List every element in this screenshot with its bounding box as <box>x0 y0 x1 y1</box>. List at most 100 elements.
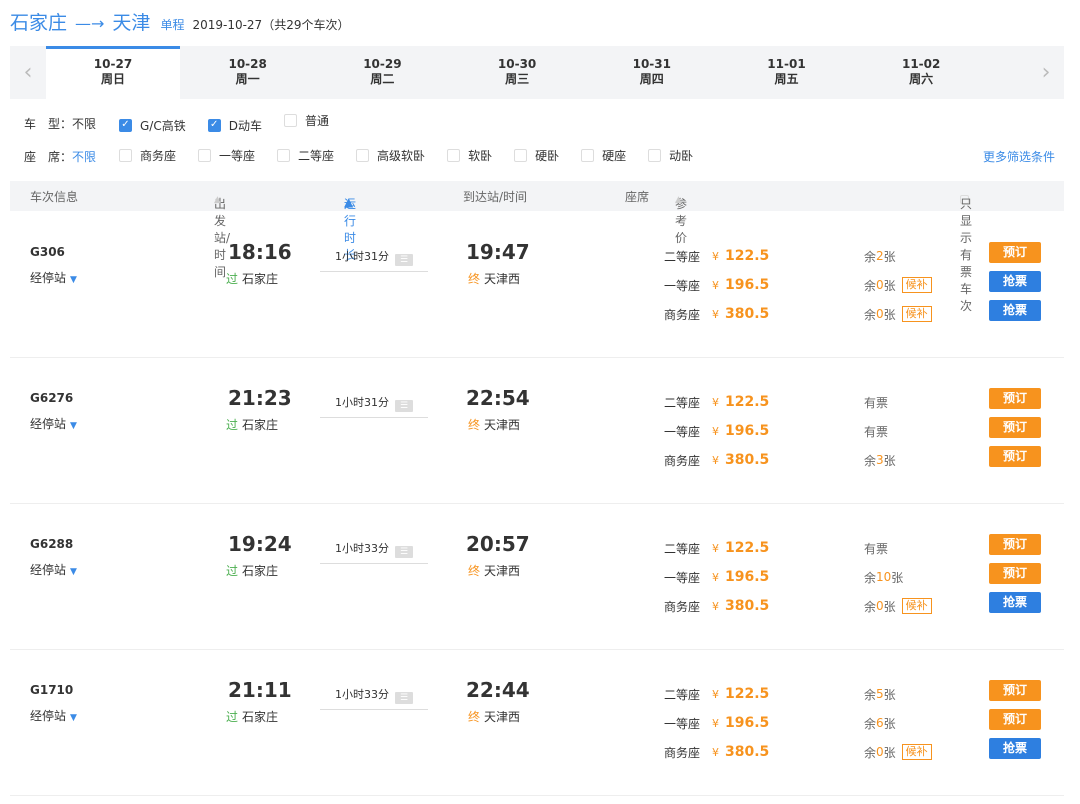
price: ¥196.5 <box>712 423 770 439</box>
chevron-left-icon[interactable]: ‹ <box>10 46 46 99</box>
waitlist-badge[interactable]: 候补 <box>901 598 932 614</box>
filter-option[interactable]: 硬卧 <box>514 147 559 164</box>
arrival-station: 终天津西 <box>468 564 521 578</box>
date-label: 10-27 <box>93 57 133 71</box>
date-tab-10-29[interactable]: 10-29 周二 <box>315 46 449 99</box>
seat-name: 一等座 <box>664 716 701 731</box>
trip-type-label[interactable]: 单程 <box>160 16 184 33</box>
grab-ticket-button[interactable]: 抢票 <box>989 738 1041 759</box>
filter-option[interactable]: 商务座 <box>119 147 176 164</box>
grab-ticket-button[interactable]: 抢票 <box>989 300 1041 321</box>
book-button[interactable]: 预订 <box>989 417 1041 438</box>
stops-toggle[interactable]: 经停站 ▼ <box>30 707 77 724</box>
ticket-availability: 余 10 张 <box>864 570 904 585</box>
filter-option[interactable]: 硬座 <box>581 147 626 164</box>
date-tab-10-27[interactable]: 10-27 周日 <box>46 46 180 99</box>
filter-option[interactable]: 二等座 <box>277 147 334 164</box>
grab-ticket-button[interactable]: 抢票 <box>989 271 1041 292</box>
date-tab-11-02[interactable]: 11-02 周六 <box>854 46 988 99</box>
train-row: G6288 经停站 ▼ 19:24 过石家庄 1小时33分 ☰ 20:57 终天津西 二等座 ¥12… <box>10 504 1064 650</box>
pass-tag: 过 <box>226 418 239 432</box>
book-button[interactable]: 预订 <box>989 446 1041 467</box>
train-number[interactable]: G6276 <box>30 391 73 405</box>
book-button[interactable]: 预订 <box>989 388 1041 409</box>
checkbox[interactable] <box>356 149 370 162</box>
filter-option[interactable]: 普通 <box>283 112 329 129</box>
date-tab-10-31[interactable]: 10-31 周四 <box>585 46 719 99</box>
timetable-icon[interactable]: ☰ <box>395 254 413 266</box>
date-tab-10-30[interactable]: 10-30 周三 <box>450 46 584 99</box>
arrival-time: 22:54 <box>466 386 530 410</box>
seat-price: 一等座 ¥196.5 <box>664 421 769 441</box>
search-date-summary: 2019-10-27（共29个车次） <box>192 18 350 32</box>
ticket-availability: 有票 <box>864 424 889 439</box>
option-label: D动车 <box>228 118 262 133</box>
yen-icon: ¥ <box>712 571 719 584</box>
more-filters-link[interactable]: 更多筛选条件 <box>983 148 1055 165</box>
timetable-icon[interactable]: ☰ <box>395 400 413 412</box>
filter-option[interactable]: 一等座 <box>198 147 255 164</box>
train-number[interactable]: G6288 <box>30 537 73 551</box>
book-button[interactable]: 预订 <box>989 563 1041 584</box>
checkbox[interactable] <box>447 149 461 162</box>
checkbox[interactable] <box>198 149 212 162</box>
book-button[interactable]: 预订 <box>989 709 1041 730</box>
seat-name: 商务座 <box>664 599 701 614</box>
date-tab-10-28[interactable]: 10-28 周一 <box>181 46 315 99</box>
stops-toggle[interactable]: 经停站 ▼ <box>30 415 77 432</box>
checkbox[interactable] <box>119 149 132 162</box>
price: ¥196.5 <box>712 569 770 585</box>
seat-type-value[interactable]: 不限 <box>72 150 96 164</box>
option-label: 高级软卧 <box>377 149 426 163</box>
option-label: G/C高铁 <box>140 118 186 133</box>
departure-station: 过石家庄 <box>226 418 279 432</box>
duration: 1小时31分 ☰ <box>320 394 428 418</box>
arrival-station: 终天津西 <box>468 710 521 724</box>
timetable-icon[interactable]: ☰ <box>395 546 413 558</box>
to-city[interactable]: 天津 <box>112 8 150 35</box>
checkbox[interactable]: ✓ <box>207 118 221 132</box>
filter-option[interactable]: ✓ G/C高铁 <box>119 117 186 134</box>
waitlist-badge[interactable]: 候补 <box>901 306 932 322</box>
ticket-availability: 余6张 <box>864 716 896 731</box>
date-label: 10-31 <box>632 57 671 71</box>
filter-option[interactable]: 动卧 <box>648 147 693 164</box>
terminal-tag: 终 <box>468 272 481 286</box>
grab-ticket-button[interactable]: 抢票 <box>989 592 1041 613</box>
filter-option[interactable]: ✓ D动车 <box>207 117 262 134</box>
book-button[interactable]: 预订 <box>989 680 1041 701</box>
filter-option[interactable]: 高级软卧 <box>356 147 425 164</box>
stops-toggle[interactable]: 经停站 ▼ <box>30 269 77 286</box>
filter-option[interactable]: 软卧 <box>447 147 492 164</box>
seat-name: 二等座 <box>664 541 701 556</box>
checkbox[interactable] <box>277 149 291 162</box>
train-number[interactable]: G1710 <box>30 683 73 697</box>
pass-tag: 过 <box>226 564 239 578</box>
checkbox[interactable] <box>581 149 595 162</box>
waitlist-badge[interactable]: 候补 <box>901 744 932 760</box>
weekday-label: 周四 <box>639 72 664 86</box>
departure-station: 过石家庄 <box>226 272 279 286</box>
sort-active-icon: ▲ <box>344 195 354 209</box>
seat-name: 一等座 <box>664 424 701 439</box>
header-arrival: 到达站/时间 <box>463 190 528 204</box>
option-label: 硬卧 <box>535 149 560 163</box>
checkbox[interactable]: ✓ <box>119 118 132 132</box>
from-city[interactable]: 石家庄 <box>10 8 67 35</box>
chevron-right-icon[interactable]: › <box>1028 46 1064 99</box>
stops-toggle[interactable]: 经停站 ▼ <box>30 561 77 578</box>
checkbox[interactable] <box>514 149 528 162</box>
seat-price: 商务座 ¥380.5 <box>664 304 769 324</box>
book-button[interactable]: 预订 <box>989 242 1041 263</box>
timetable-icon[interactable]: ☰ <box>395 692 413 704</box>
book-button[interactable]: 预订 <box>989 534 1041 555</box>
departure-time: 19:24 <box>228 532 292 556</box>
checkbox[interactable] <box>283 114 297 128</box>
waitlist-badge[interactable]: 候补 <box>901 277 932 293</box>
train-number[interactable]: G306 <box>30 245 65 259</box>
duration: 1小时33分 ☰ <box>320 540 428 564</box>
checkbox[interactable] <box>648 149 662 162</box>
train-type-value[interactable]: 不限 <box>72 117 96 131</box>
seat-price: 二等座 ¥122.5 <box>664 684 769 704</box>
date-tab-11-01[interactable]: 11-01 周五 <box>720 46 854 99</box>
